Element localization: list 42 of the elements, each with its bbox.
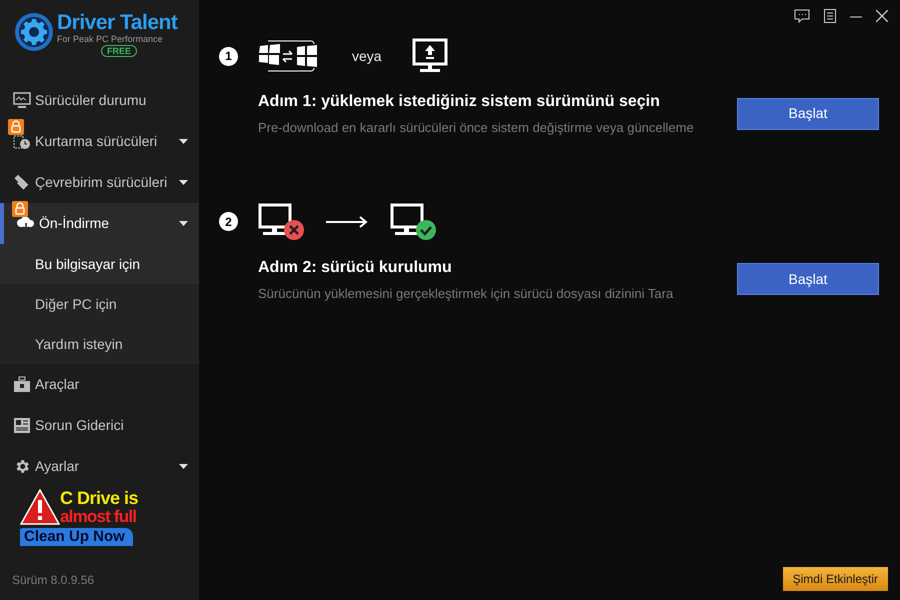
step-number: 2 [219,212,238,231]
step-title: Adım 1: yüklemek istediğiniz sistem sürümünü seçin [258,92,661,112]
sidebar-item[interactable]: Ayarlar [0,446,199,487]
sidebar-item[interactable]: Sürücüler durumu [0,80,199,121]
ad-subline: almost full [60,508,136,525]
clock-icon [13,133,31,150]
gear-logo-icon [14,12,54,52]
monitor-upload-icon [412,38,448,74]
sidebar-item[interactable]: Ön-İndirme [0,203,199,244]
warning-icon [20,489,60,525]
submenu-item[interactable]: Yardım isteyin [0,324,199,364]
version-label: Sürüm 8.0.9.56 [11,572,96,589]
sidebar-item[interactable]: Çevrebirim sürücüleri [0,162,199,203]
logo-tagline: For Peak PC Performance [57,34,163,45]
activate-button[interactable]: Şimdi Etkinleştir [782,567,888,591]
step-description: Pre-download en kararlı sürücüleri önce sistem değiştirme veya güncelleme [258,119,695,137]
step-description: Sürücünün yüklemesini gerçekleştirmek için sürücü dosyası dizinini Tara [258,284,674,303]
logo-title: Driver Talent [57,12,178,34]
submenu-item[interactable]: Bu bilgisayar için [0,244,199,284]
toolbox-icon [13,376,31,393]
start-button[interactable]: Başlat [737,98,879,130]
clean-up-button[interactable]: Clean Up Now [20,528,133,546]
monitor-icon [13,92,31,109]
step-title: Adım 2: sürücü kurulumu [258,258,453,278]
close-icon[interactable] [876,10,888,22]
monitor-check-icon [390,202,438,240]
feedback-icon[interactable] [794,9,810,23]
edition-badge: FREE [101,45,138,57]
panel-icon [13,417,31,434]
or-text: veya [352,46,382,66]
usb-icon [13,174,31,191]
arrow-icon [326,216,370,228]
ad-headline: C Drive is [60,489,138,508]
submenu-item[interactable]: Diğer PC için [0,284,199,324]
sidebar-item[interactable]: Kurtarma sürücüleri [0,121,199,162]
menu-icon[interactable] [824,9,836,23]
start-button[interactable]: Başlat [737,263,879,296]
monitor-error-icon [258,202,306,240]
sidebar-item[interactable]: Sorun Giderici [0,405,199,446]
sidebar-item[interactable]: Araçlar [0,364,199,405]
step-number: 1 [219,46,238,66]
ad-banner[interactable]: C Drive is almost full Clean Up Now [20,489,162,549]
